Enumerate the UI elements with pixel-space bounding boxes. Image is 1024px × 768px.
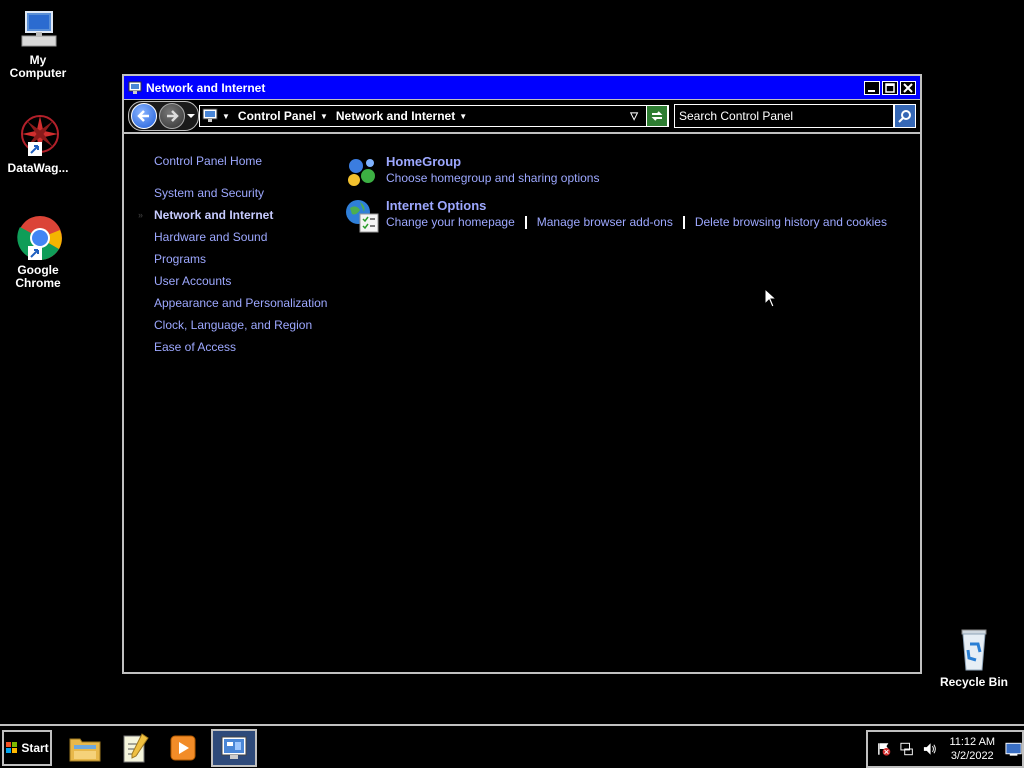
maximize-button[interactable] [882, 80, 898, 95]
taskbar: Start 11:12 AM 3/2/2022 [0, 724, 1024, 768]
media-player-icon [170, 735, 196, 761]
close-icon [903, 82, 913, 93]
start-label: Start [21, 741, 49, 755]
forward-button[interactable] [159, 103, 185, 129]
mouse-cursor-icon [764, 288, 778, 308]
windows-logo-icon [6, 742, 18, 753]
close-button[interactable] [900, 80, 916, 95]
minimize-icon [868, 89, 875, 92]
taskbar-control-panel[interactable] [211, 729, 257, 767]
control-panel-window: Network and Internet ▼ Control Panel ▼ N… [122, 74, 922, 674]
desktop-icon-label: Recycle Bin [939, 675, 1009, 689]
change-homepage-link[interactable]: Change your homepage [386, 215, 515, 229]
computer-icon [21, 11, 57, 47]
desktop-icon-label: Google Chrome [15, 263, 61, 290]
desktop-icon-datawag[interactable]: DataWag... [0, 112, 76, 175]
manage-browser-addons-link[interactable]: Manage browser add-ons [537, 215, 673, 229]
arrow-right-icon [167, 110, 179, 122]
recycle-bin-icon [961, 629, 987, 671]
link-separator [524, 215, 527, 229]
network-icon[interactable] [899, 741, 914, 757]
homegroup-icon[interactable] [344, 154, 380, 190]
search-box [674, 104, 918, 128]
chrome-icon [17, 216, 62, 260]
nav-appearance-and-personalization[interactable]: Appearance and Personalization [154, 292, 327, 314]
address-toolbar: ▼ Control Panel ▼ Network and Internet ▼… [124, 100, 920, 134]
delete-browsing-history-link[interactable]: Delete browsing history and cookies [695, 215, 887, 229]
maximize-icon [885, 82, 895, 93]
breadcrumb-arrow-icon[interactable]: ▼ [320, 112, 328, 121]
internet-options-link[interactable]: Internet Options [386, 198, 887, 213]
homegroup-sharing-options-link[interactable]: Choose homegroup and sharing options [386, 171, 599, 185]
datawag-icon [21, 115, 59, 156]
address-bar[interactable]: ▼ Control Panel ▼ Network and Internet ▼… [199, 105, 669, 127]
nav-hardware-and-sound[interactable]: Hardware and Sound [154, 226, 327, 248]
desktop-icon-label: My Computer [9, 53, 67, 80]
breadcrumb-arrow-icon[interactable]: ▼ [222, 112, 230, 121]
search-button[interactable] [894, 104, 916, 128]
breadcrumb-network-and-internet[interactable]: Network and Internet ▼ [336, 109, 467, 123]
breadcrumb-arrow-icon[interactable]: ▼ [459, 112, 467, 121]
start-button[interactable]: Start [2, 730, 52, 766]
window-titlebar[interactable]: Network and Internet [124, 76, 920, 100]
volume-icon[interactable] [922, 741, 937, 757]
notepad-icon [123, 733, 149, 763]
left-navigation: Control Panel Home System and Security N… [138, 150, 328, 358]
category-internet-options: Internet Options Change your homepage Ma… [344, 198, 887, 234]
address-dropdown-icon[interactable]: ▽ [630, 111, 638, 122]
show-desktop-icon[interactable] [1005, 741, 1022, 757]
refresh-icon [651, 111, 663, 121]
back-button[interactable] [131, 103, 157, 129]
nav-control-panel-home[interactable]: Control Panel Home [154, 150, 327, 172]
homegroup-link[interactable]: HomeGroup [386, 154, 599, 169]
taskbar-file-explorer[interactable] [62, 729, 108, 767]
system-tray: 11:12 AM 3/2/2022 [866, 730, 1024, 768]
chevron-down-icon[interactable] [186, 111, 196, 121]
taskbar-notepad[interactable] [112, 729, 158, 767]
window-title: Network and Internet [146, 80, 266, 95]
clock-date: 3/2/2022 [950, 750, 994, 762]
search-input[interactable] [674, 104, 894, 128]
category-homegroup: HomeGroup Choose homegroup and sharing o… [344, 154, 887, 190]
nav-network-and-internet[interactable]: Network and Internet [138, 204, 327, 226]
breadcrumb-control-panel[interactable]: Control Panel ▼ [238, 109, 328, 123]
file-explorer-icon [69, 738, 101, 762]
nav-ease-of-access[interactable]: Ease of Access [154, 336, 327, 358]
category-list: HomeGroup Choose homegroup and sharing o… [344, 154, 887, 242]
taskbar-media-player[interactable] [160, 729, 206, 767]
window-content: Control Panel Home System and Security N… [124, 136, 920, 672]
desktop-icon-my-computer[interactable]: My Computer [0, 8, 76, 80]
clock-time: 11:12 AM [949, 736, 996, 748]
navigation-buttons [128, 101, 199, 131]
internet-options-icon[interactable] [344, 198, 380, 234]
search-icon [898, 110, 911, 123]
nav-user-accounts[interactable]: User Accounts [154, 270, 327, 292]
nav-system-and-security[interactable]: System and Security [154, 182, 327, 204]
action-center-flag-icon[interactable] [876, 741, 891, 757]
minimize-button[interactable] [864, 80, 880, 95]
control-panel-icon [221, 736, 247, 759]
refresh-button[interactable] [646, 105, 668, 127]
nav-clock-language-and-region[interactable]: Clock, Language, and Region [154, 314, 327, 336]
desktop-icon-recycle-bin[interactable]: Recycle Bin [936, 624, 1012, 689]
arrow-left-icon [137, 110, 149, 122]
link-separator [682, 215, 685, 229]
nav-programs[interactable]: Programs [154, 248, 327, 270]
clock[interactable]: 11:12 AM 3/2/2022 [944, 735, 1001, 763]
desktop-icon-google-chrome[interactable]: Google Chrome [0, 214, 76, 290]
control-panel-icon [128, 81, 142, 94]
desktop-icon-label: DataWag... [7, 161, 69, 175]
control-panel-icon [202, 108, 218, 122]
